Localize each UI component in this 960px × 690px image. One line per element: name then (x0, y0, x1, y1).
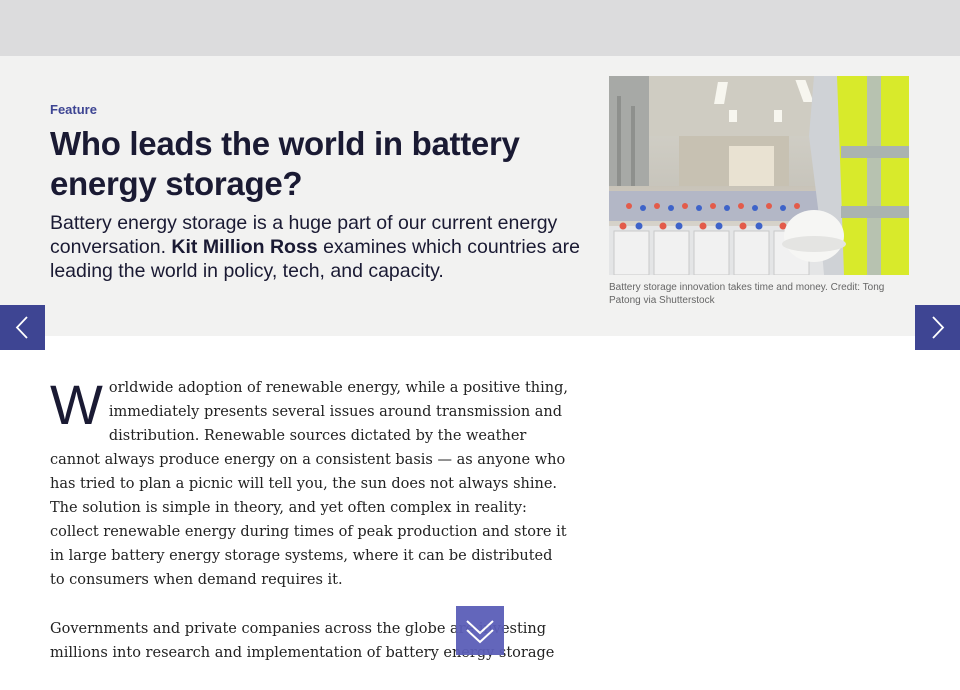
article-title: Who leads the world in battery energy st… (50, 125, 520, 202)
article-paragraph: Worldwide adoption of renewable energy, … (50, 376, 570, 592)
article-hero: Feature Who leads the world in battery e… (0, 56, 960, 336)
double-chevron-down-icon (466, 620, 494, 644)
hero-image (609, 76, 909, 275)
article-kicker[interactable]: Feature (50, 102, 97, 117)
chevron-left-icon (15, 316, 28, 339)
previous-article-button[interactable] (0, 305, 45, 350)
article-standfirst: Battery energy storage is a huge part of… (50, 211, 590, 283)
author-name[interactable]: Kit Million Ross (171, 236, 317, 258)
top-bar (0, 0, 960, 56)
next-article-button[interactable] (915, 305, 960, 350)
scroll-down-button[interactable] (456, 606, 504, 655)
battery-storage-photo (609, 76, 909, 275)
drop-cap: W (50, 373, 103, 436)
image-caption: Battery storage innovation takes time an… (609, 282, 885, 306)
chevron-right-icon (932, 316, 945, 339)
paragraph-text: orldwide adoption of renewable energy, w… (50, 380, 568, 588)
